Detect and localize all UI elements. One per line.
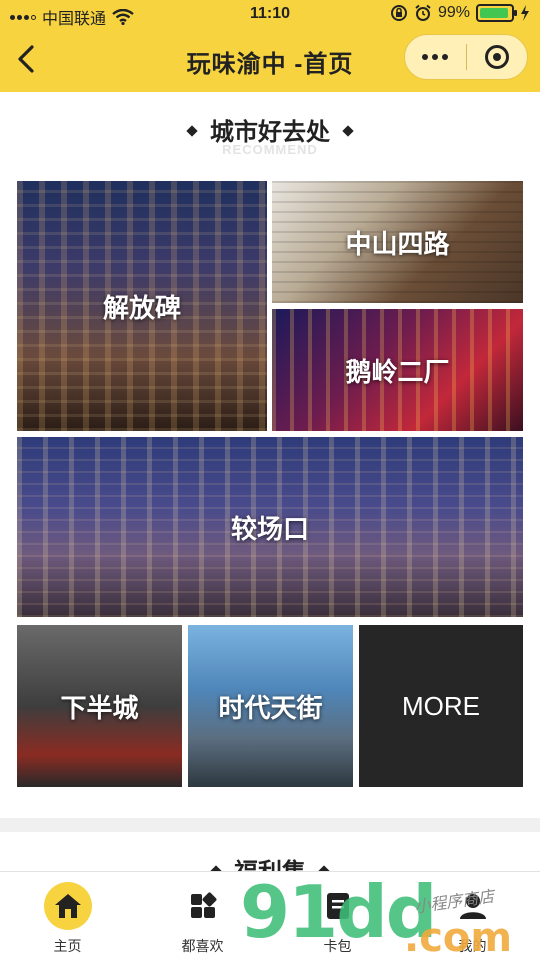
more-options-button[interactable] [405,35,466,79]
section-divider [0,818,540,832]
more-dots-icon [422,54,449,60]
tile-jiefangbei[interactable]: 解放碑 [17,181,267,431]
tile-label: 解放碑 [102,292,181,323]
alarm-icon [415,4,431,21]
battery-percent: 99% [437,4,470,21]
tab-label: 都喜欢 [181,938,224,954]
status-bar: 中国联通 11:10 99% [0,0,540,30]
header-bar: 中国联通 11:10 99% 玩味渝中 -首页 [0,0,540,92]
charging-icon [521,5,529,21]
tile-jiaochangkou[interactable]: 较场口 [17,437,523,617]
tile-label: 下半城 [60,692,139,723]
mini-program-capsule [404,34,528,80]
tile-shidai-tianjie[interactable]: 时代天街 [188,625,353,787]
target-circle-icon [484,45,509,69]
nav-bar: 玩味渝中 -首页 [0,30,540,92]
tile-eling-erchang[interactable]: 鹅岭二厂 [272,309,523,431]
close-mini-program-button[interactable] [467,35,528,79]
tile-label: 时代天街 [218,692,323,723]
tile-label: 鹅岭二厂 [345,356,450,387]
tile-zhongshan-silu[interactable]: 中山四路 [272,181,523,303]
tab-label: 主页 [53,938,82,954]
tile-label: MORE [402,690,480,721]
battery-icon [476,4,517,22]
tile-label: 较场口 [230,513,309,544]
status-right: 99% [390,4,530,22]
section-subtitle: RECOMMEND [222,142,318,157]
home-icon [43,882,92,930]
rotation-lock-icon [390,5,407,21]
tile-xiabancheng[interactable]: 下半城 [17,625,182,787]
diamond-icon [186,124,198,137]
diamond-icon [342,124,354,137]
tab-home[interactable]: 主页 [0,872,135,960]
grid-icon [179,882,227,930]
tile-label: 中山四路 [345,228,450,259]
tile-more[interactable]: MORE [359,625,523,787]
watermark-logo-suffix: .com [404,915,513,960]
